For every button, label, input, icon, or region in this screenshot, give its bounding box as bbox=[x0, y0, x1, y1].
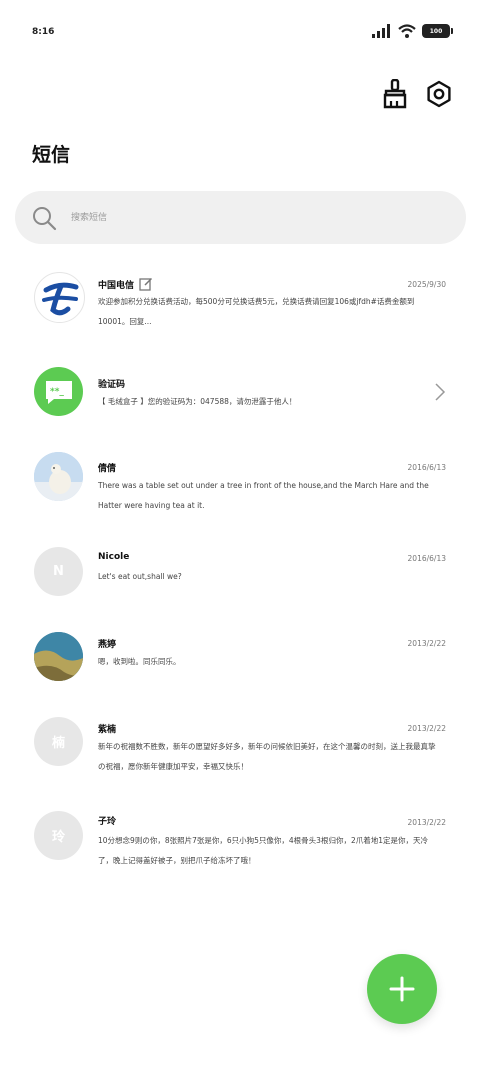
search-bar[interactable] bbox=[15, 191, 466, 244]
conversation-item[interactable]: 中国电信 2025/9/30 欢迎参加积分兑换话费活动，每500分可兑换话费5元… bbox=[0, 263, 480, 355]
plus-icon bbox=[389, 976, 415, 1002]
message-preview: 嗯，收到啦。同乐同乐。 bbox=[98, 657, 181, 666]
message-date: 2016/6/13 bbox=[407, 463, 446, 472]
status-icons: 100 bbox=[372, 24, 453, 38]
status-time: 8:16 bbox=[32, 27, 55, 37]
china-telecom-logo-icon bbox=[41, 282, 78, 315]
signal-icon bbox=[372, 24, 390, 38]
polar-bear-photo bbox=[34, 452, 83, 501]
sms-code-icon: **_ bbox=[45, 380, 72, 404]
message-preview: 【 毛绒盒子 】您的验证码为：047588，请勿泄露于他人！ bbox=[98, 397, 297, 406]
contact-name-text: 倩倩 bbox=[98, 464, 117, 474]
contact-name: 中国电信 bbox=[98, 277, 153, 291]
contact-name-text: 子玲 bbox=[98, 817, 117, 827]
avatar bbox=[34, 272, 85, 323]
avatar bbox=[34, 632, 83, 681]
conversation-item[interactable]: N Nicole 2016/6/13 Let's eat out,shall w… bbox=[0, 538, 480, 606]
edit-icon bbox=[139, 277, 153, 291]
contact-name: 子玲 bbox=[98, 814, 116, 827]
message-date: 2013/2/22 bbox=[407, 724, 446, 733]
message-preview: 欢迎参加积分兑换话费活动，每500分可兑换话费5元，兑换话费请回复106或jfd… bbox=[98, 297, 415, 326]
message-preview: 新年の祝福数不胜数，新年の愿望好多好多，新年の问候依旧美好，在这个温馨の时刻，送… bbox=[98, 742, 436, 771]
search-icon bbox=[33, 206, 57, 230]
svg-text:**_: **_ bbox=[50, 387, 64, 397]
message-preview: There was a table set out under a tree i… bbox=[98, 481, 429, 510]
avatar: 楠 bbox=[34, 717, 83, 766]
landscape-photo bbox=[34, 632, 83, 681]
avatar: 玲 bbox=[34, 811, 83, 860]
contact-name: 验证码 bbox=[98, 377, 125, 390]
settings-button[interactable] bbox=[424, 78, 454, 110]
battery-icon: 100 bbox=[422, 24, 453, 38]
page-title: 短信 bbox=[32, 144, 71, 166]
conversation-item[interactable]: 楠 紫楠 2013/2/22 新年の祝福数不胜数，新年の愿望好多好多，新年の问候… bbox=[0, 708, 480, 788]
conversation-item[interactable]: **_ 验证码 【 毛绒盒子 】您的验证码为：047588，请勿泄露于他人！ bbox=[0, 358, 480, 428]
wifi-icon bbox=[398, 24, 416, 38]
avatar: **_ bbox=[34, 367, 83, 416]
message-date: 2016/6/13 bbox=[407, 554, 446, 563]
search-input[interactable] bbox=[69, 211, 433, 224]
message-date: 2025/9/30 bbox=[407, 280, 446, 289]
avatar bbox=[34, 452, 83, 501]
contact-name-text: 紫楠 bbox=[98, 725, 117, 735]
status-bar: 8:16 100 bbox=[0, 0, 480, 64]
settings-icon bbox=[427, 80, 451, 108]
conversation-item[interactable]: 燕婷 2013/2/22 嗯，收到啦。同乐同乐。 bbox=[0, 623, 480, 691]
top-actions bbox=[380, 78, 454, 110]
contact-name-text: Nicole bbox=[98, 552, 130, 562]
contact-name-text: 中国电信 bbox=[98, 280, 135, 291]
contact-name: 倩倩 bbox=[98, 461, 116, 474]
message-date: 2013/2/22 bbox=[407, 818, 446, 827]
contact-name: Nicole bbox=[98, 552, 129, 562]
avatar: N bbox=[34, 547, 83, 596]
new-message-button[interactable] bbox=[367, 954, 437, 1024]
contact-name-text: 验证码 bbox=[98, 380, 126, 390]
broom-icon bbox=[383, 79, 407, 109]
contact-name-text: 燕婷 bbox=[98, 640, 117, 650]
message-preview: 10分想念9则の你，8张照片7张是你，6只小狗5只像你，4根骨头3根归你，2爪着… bbox=[98, 836, 428, 865]
contact-name: 紫楠 bbox=[98, 722, 116, 735]
clean-button[interactable] bbox=[380, 78, 410, 110]
message-preview: Let's eat out,shall we? bbox=[98, 572, 182, 581]
message-date: 2013/2/22 bbox=[407, 639, 446, 648]
conversation-item[interactable]: 倩倩 2016/6/13 There was a table set out u… bbox=[0, 443, 480, 523]
contact-name: 燕婷 bbox=[98, 637, 116, 650]
chevron-right-icon[interactable] bbox=[434, 382, 446, 402]
conversation-item[interactable]: 玲 子玲 2013/2/22 10分想念9则の你，8张照片7张是你，6只小狗5只… bbox=[0, 802, 480, 882]
